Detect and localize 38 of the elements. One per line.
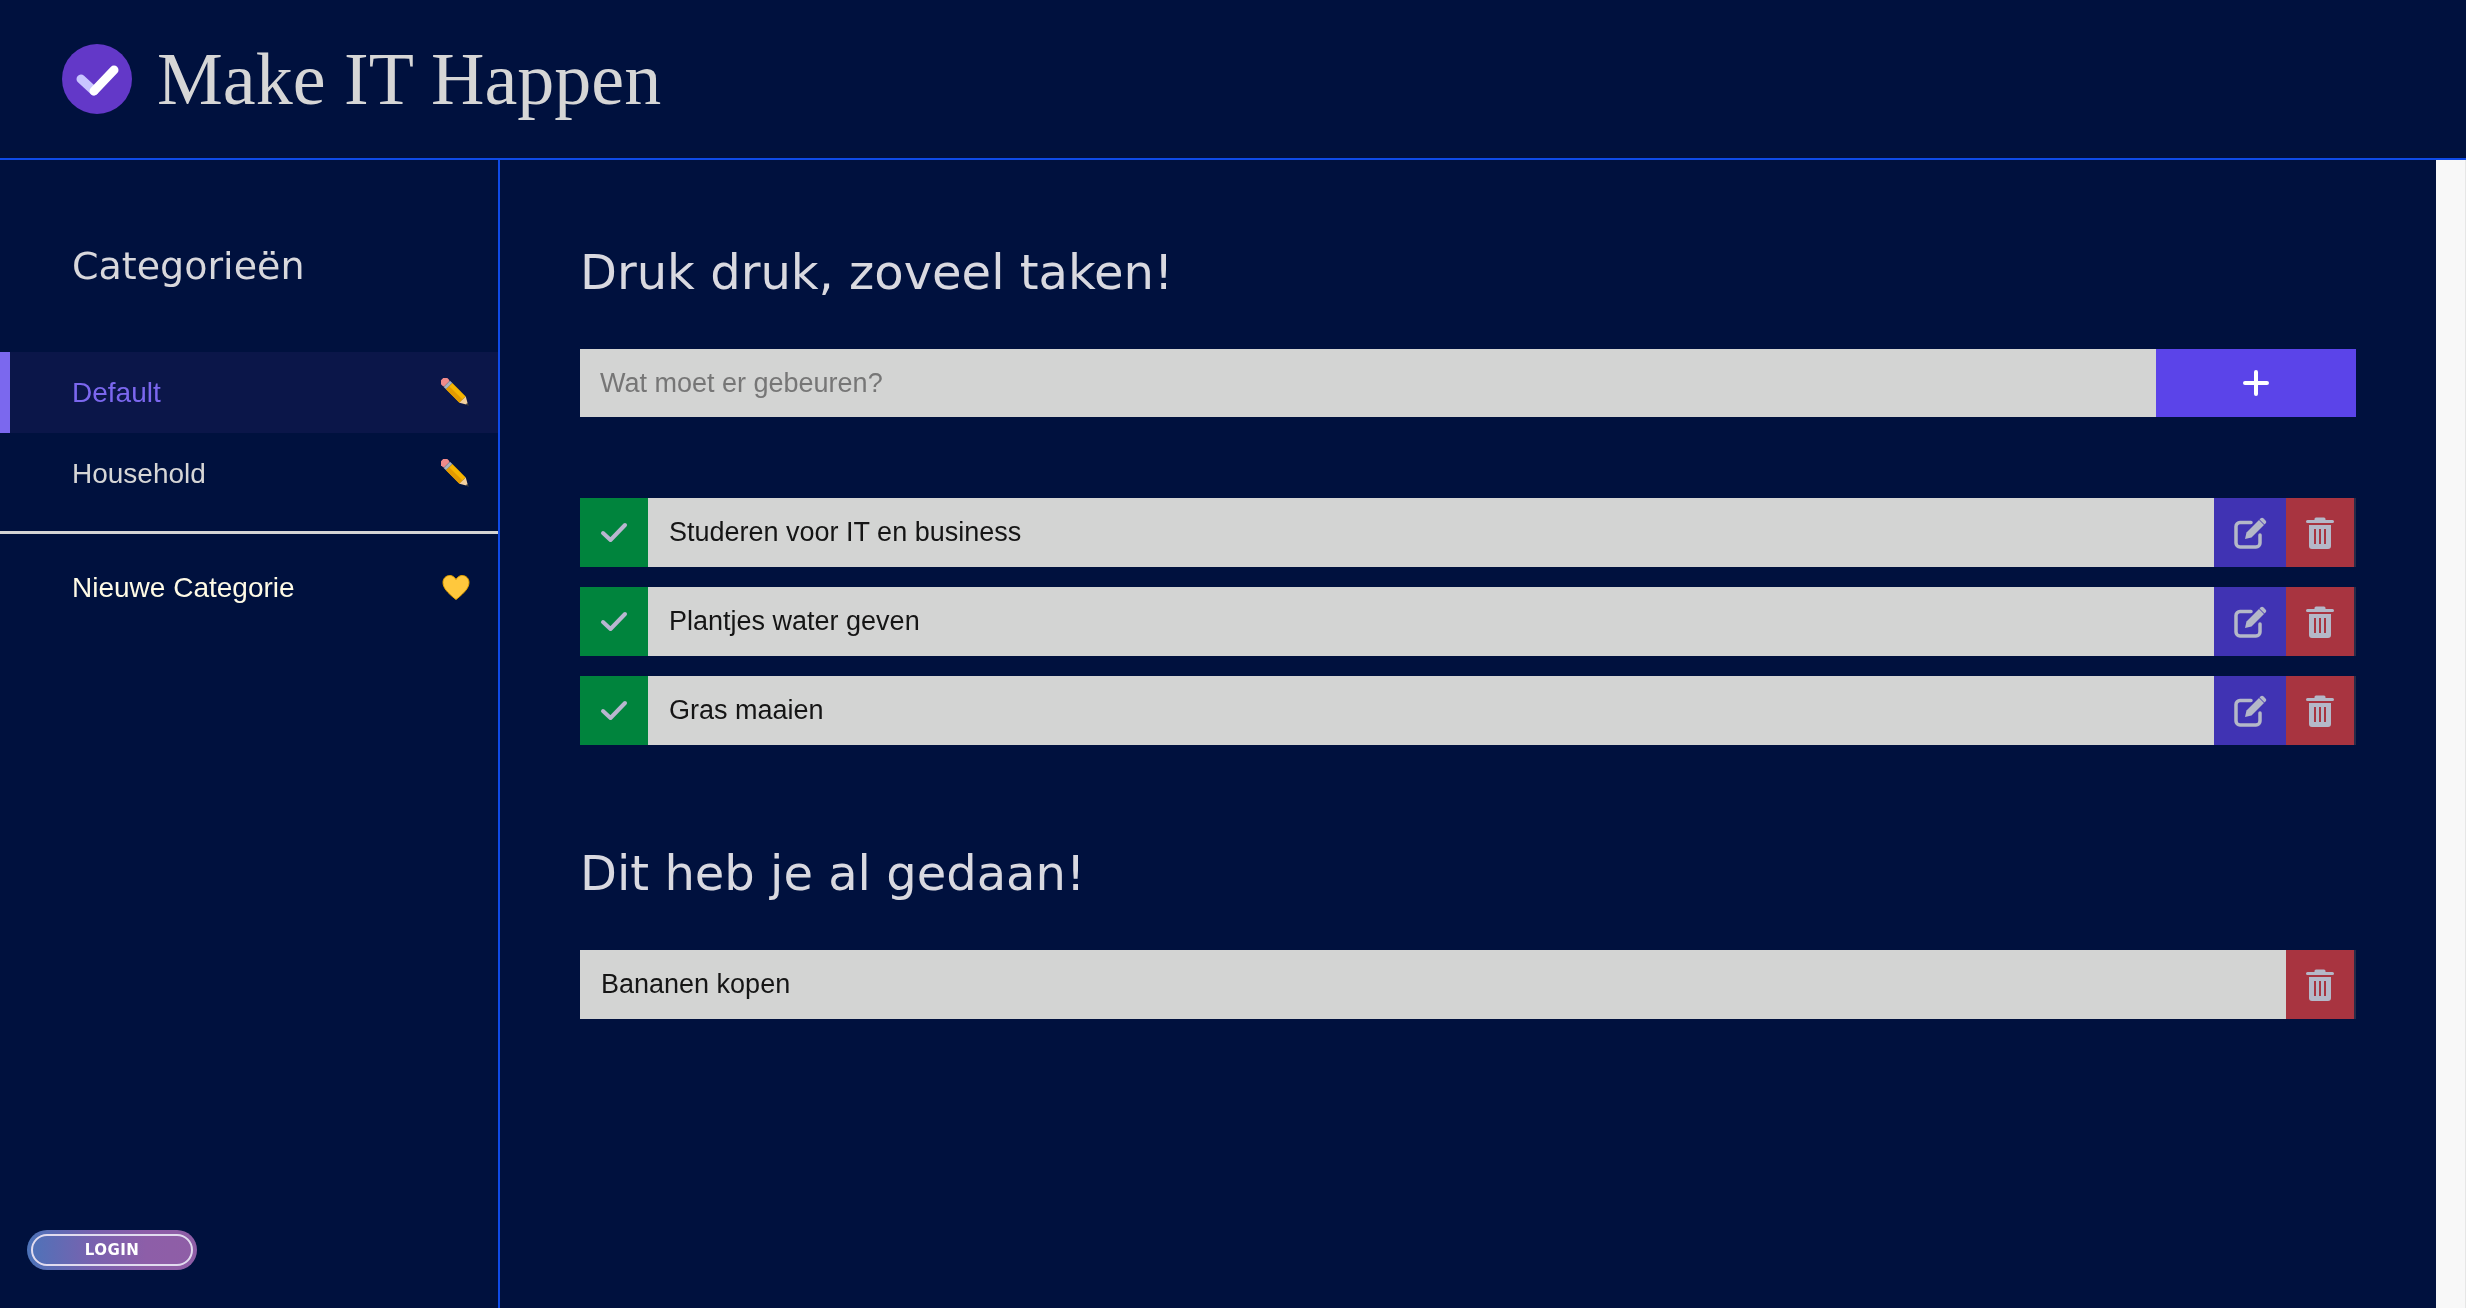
edit-button[interactable]: [2214, 498, 2286, 567]
check-icon: [600, 522, 628, 543]
task-label: Plantjes water geven: [648, 587, 2214, 656]
complete-button[interactable]: [580, 498, 648, 567]
heart-icon: [442, 575, 470, 600]
category-item[interactable]: Household: [0, 433, 498, 514]
delete-button[interactable]: [2286, 587, 2356, 656]
check-circle-logo-icon: [62, 44, 132, 114]
complete-button[interactable]: [580, 676, 648, 745]
pencil-square-icon: [2233, 605, 2267, 638]
new-category-item[interactable]: Nieuwe Categorie: [0, 547, 498, 628]
delete-button[interactable]: [2286, 498, 2356, 567]
pencil-icon[interactable]: [441, 378, 470, 407]
trash-icon: [2306, 694, 2334, 727]
task-label: Gras maaien: [648, 676, 2214, 745]
pencil-icon[interactable]: [441, 459, 470, 488]
scrollbar-track[interactable]: [2436, 160, 2466, 1308]
edit-button[interactable]: [2214, 587, 2286, 656]
check-icon: [600, 611, 628, 632]
sidebar-heading: Categorieën: [72, 243, 306, 290]
delete-button[interactable]: [2286, 676, 2356, 745]
check-icon: [600, 700, 628, 721]
section-heading: Dit heb je al gedaan!: [580, 844, 1087, 903]
task-label: Bananen kopen: [580, 950, 2286, 1019]
complete-button[interactable]: [580, 587, 648, 656]
trash-icon: [2306, 968, 2334, 1001]
edit-button[interactable]: [2214, 676, 2286, 745]
new-task-input[interactable]: Wat moet er gebeuren?: [580, 349, 2156, 417]
task-label: Studeren voor IT en business: [648, 498, 2214, 567]
trash-icon: [2306, 605, 2334, 638]
delete-button[interactable]: [2286, 950, 2356, 1019]
pencil-square-icon: [2233, 516, 2267, 549]
trash-icon: [2306, 516, 2334, 549]
section-heading: Druk druk, zoveel taken!: [580, 243, 1175, 302]
login-button[interactable]: LOGIN: [27, 1230, 197, 1270]
pencil-square-icon: [2233, 694, 2267, 727]
category-item[interactable]: Default: [0, 352, 498, 433]
plus-icon: [2243, 370, 2269, 396]
